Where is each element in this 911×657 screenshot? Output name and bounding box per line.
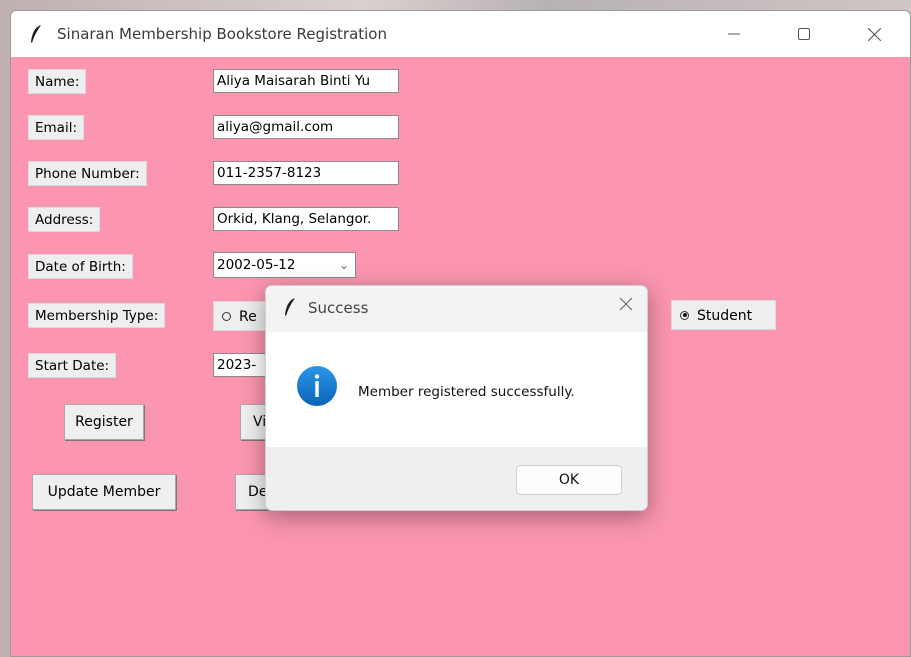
dialog-title: Success: [308, 299, 369, 317]
minimize-icon: [728, 33, 740, 35]
dob-combobox[interactable]: 2002-05-12 ⌄: [213, 252, 356, 278]
membership-student-radio[interactable]: Student: [671, 300, 776, 330]
email-field[interactable]: aliya@gmail.com: [213, 115, 399, 139]
membership-regular-label: Re: [239, 309, 257, 325]
radio-checked-icon: [680, 310, 689, 320]
close-button[interactable]: [851, 11, 897, 57]
radio-unchecked-icon: [222, 311, 231, 321]
chevron-down-icon[interactable]: ⌄: [339, 253, 349, 277]
update-member-button[interactable]: Update Member: [32, 474, 176, 510]
maximize-button[interactable]: [781, 11, 827, 57]
close-icon: [867, 27, 881, 41]
start-date-label: Start Date:: [28, 353, 117, 378]
maximize-icon: [798, 28, 810, 40]
name-field[interactable]: Aliya Maisarah Binti Yu: [213, 69, 399, 93]
register-button[interactable]: Register: [64, 404, 144, 440]
email-label: Email:: [28, 115, 85, 140]
phone-field[interactable]: 011-2357-8123: [213, 161, 399, 185]
window-title: Sinaran Membership Bookstore Registratio…: [57, 25, 387, 43]
membership-student-label: Student: [697, 308, 753, 324]
dob-value: 2002-05-12: [217, 257, 296, 273]
feather-icon: [31, 25, 41, 43]
minimize-button[interactable]: [711, 11, 757, 57]
feather-icon: [285, 298, 295, 316]
address-label: Address:: [28, 207, 101, 232]
dialog-message: Member registered successfully.: [358, 384, 575, 400]
dialog-body: Member registered successfully.: [266, 332, 647, 447]
dob-label: Date of Birth:: [28, 254, 133, 279]
close-icon[interactable]: [619, 297, 633, 311]
success-dialog: Success Member registered successfully. …: [265, 285, 648, 511]
dialog-titlebar: Success: [266, 286, 647, 332]
name-label: Name:: [28, 69, 87, 94]
titlebar: Sinaran Membership Bookstore Registratio…: [11, 11, 910, 57]
membership-type-label: Membership Type:: [28, 303, 166, 328]
info-icon: [297, 366, 337, 406]
ok-button[interactable]: OK: [516, 465, 622, 495]
dialog-footer: OK: [266, 447, 647, 510]
phone-label: Phone Number:: [28, 161, 147, 186]
address-field[interactable]: Orkid, Klang, Selangor.: [213, 207, 399, 231]
